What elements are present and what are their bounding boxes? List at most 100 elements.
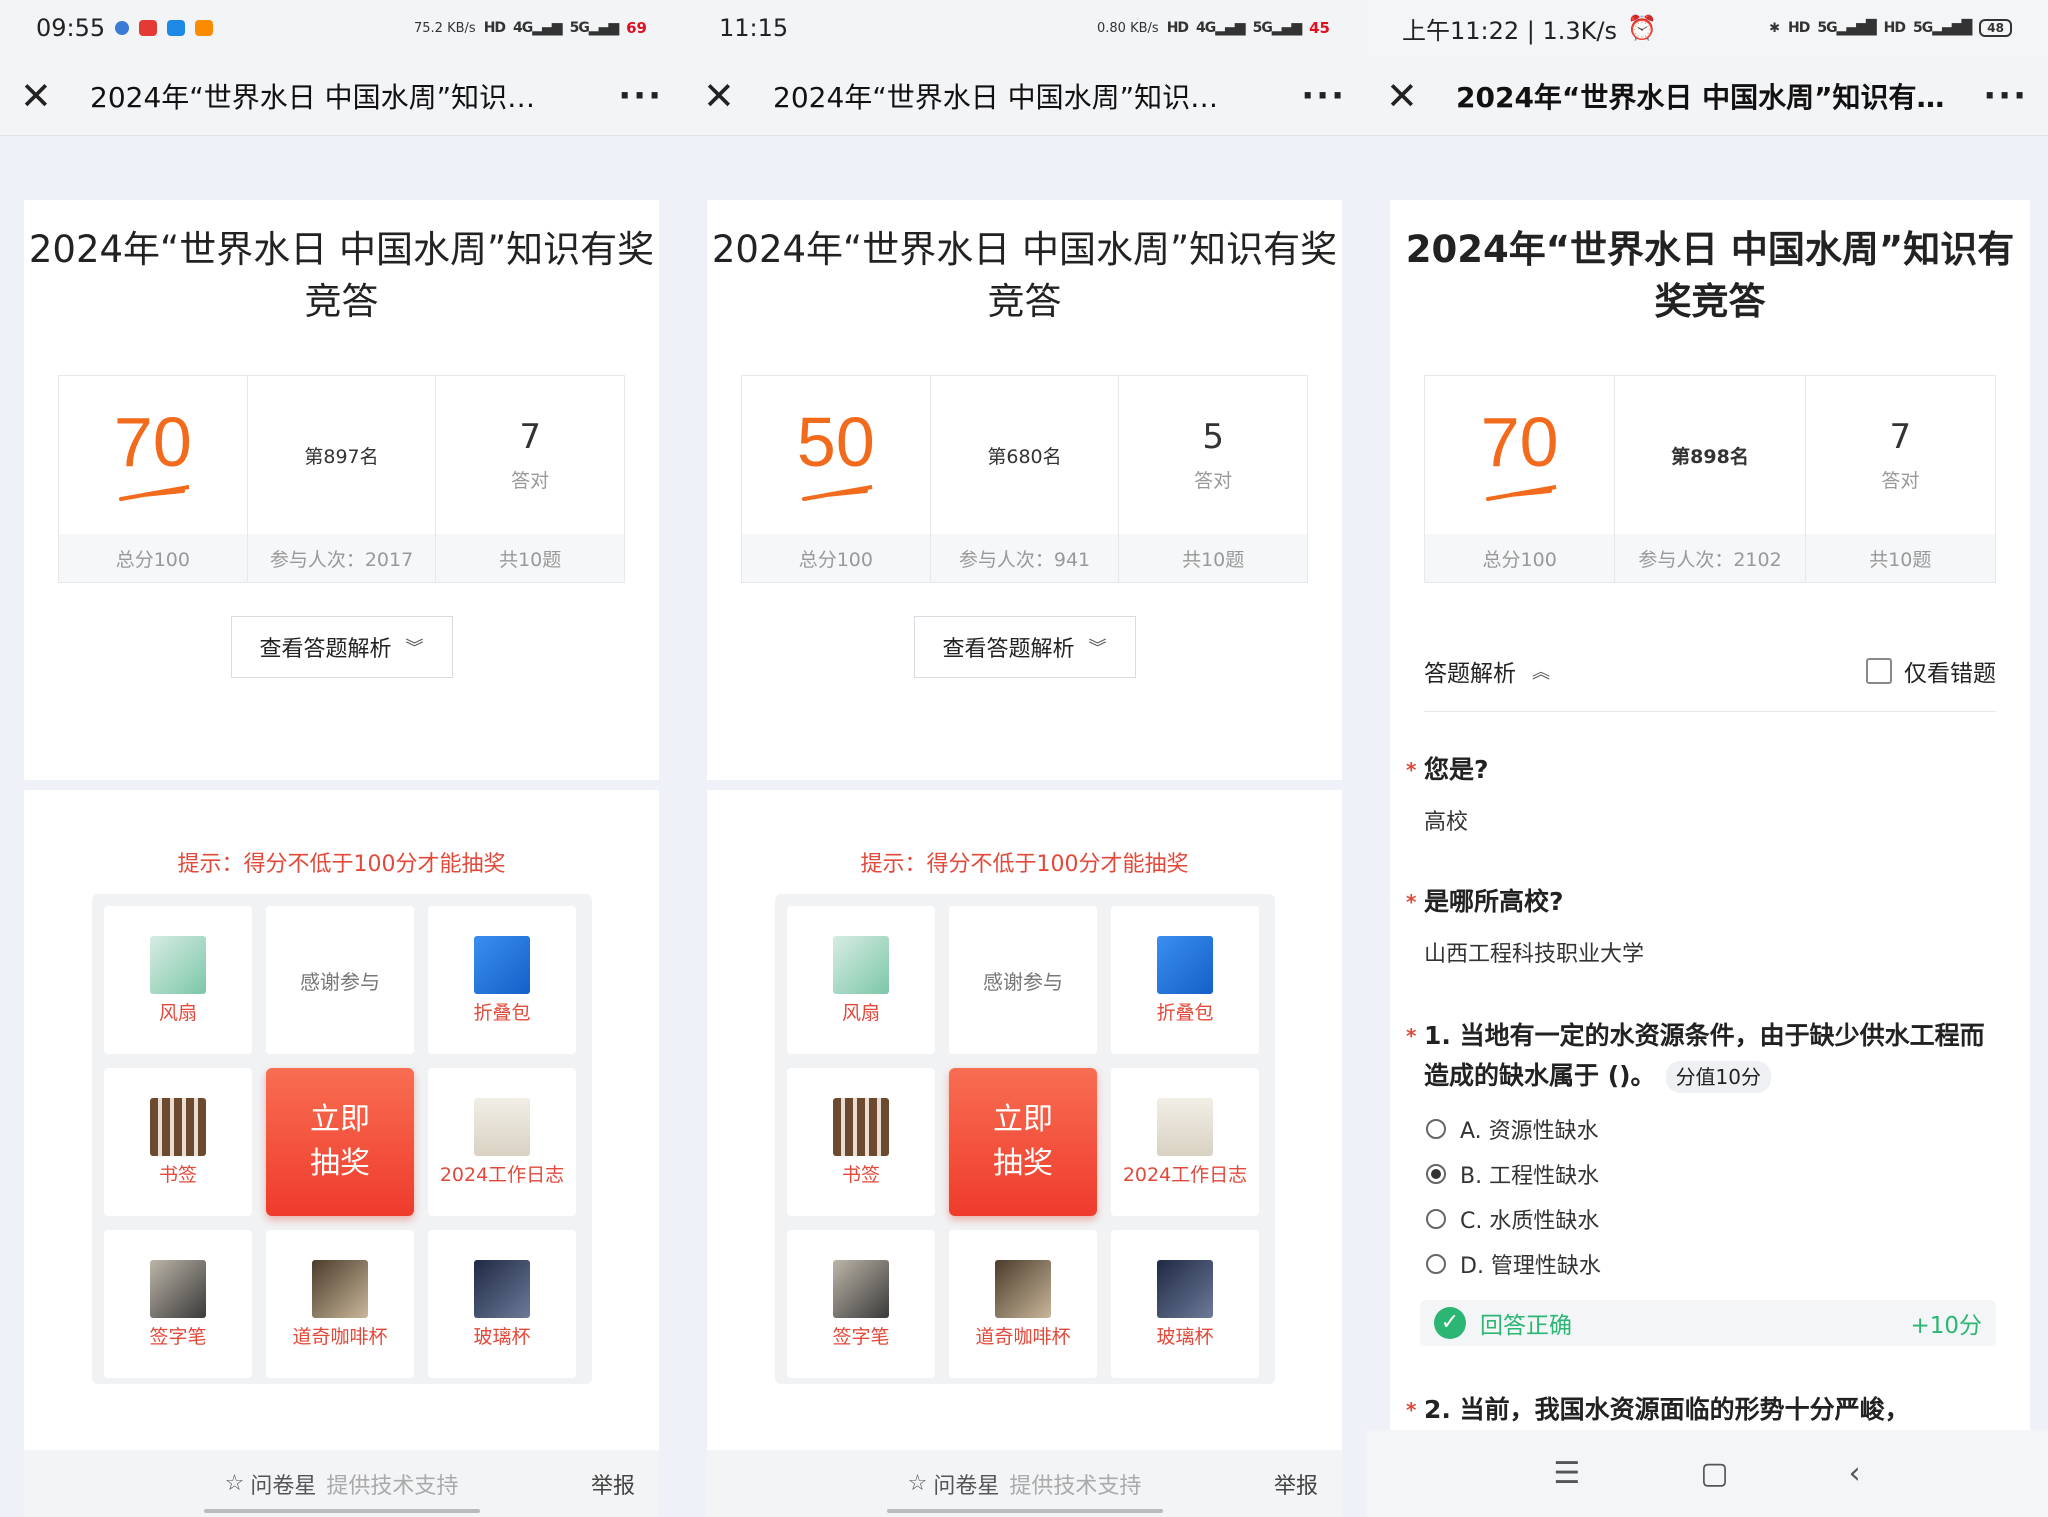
bag-image — [474, 935, 530, 994]
question-count: 共10题 — [1805, 534, 1995, 582]
prize-label: 书签 — [841, 1163, 880, 1186]
net-speed: 75.2 KB/s — [414, 20, 476, 36]
participants: 参与人次：2102 — [1615, 534, 1805, 582]
radio-selected-icon — [1426, 1163, 1446, 1184]
more-icon[interactable]: ··· — [1296, 76, 1346, 116]
prize-bookmark: 书签 — [787, 1068, 935, 1216]
result-text: 回答正确 — [1480, 1313, 1572, 1339]
more-icon[interactable]: ··· — [613, 76, 663, 116]
close-icon[interactable]: ✕ — [703, 77, 739, 115]
view-analysis-label: 查看答题解析 — [942, 637, 1075, 662]
analysis-toggle[interactable]: 答题解析 ︽ — [1424, 654, 1550, 688]
prize-coffee: 道奇咖啡杯 — [266, 1230, 414, 1378]
brand-link[interactable]: 问卷星 — [250, 1468, 316, 1500]
hd-icon: HD — [1166, 20, 1189, 36]
required-mark: * — [1406, 1024, 1417, 1048]
status-bar: 11:15 0.80 KB/s HD 4G▂▄▆ 5G▂▄▆ 45 — [683, 0, 1366, 56]
battery-level: 69 — [626, 19, 647, 37]
prize-fan: 风扇 — [104, 906, 252, 1054]
rank: 第680名 — [987, 445, 1062, 468]
draw-button[interactable]: 立即 抽奖 — [949, 1068, 1097, 1216]
home-icon[interactable]: ▢ — [1700, 1456, 1728, 1491]
radio-icon — [1426, 1208, 1446, 1229]
prize-coffee: 道奇咖啡杯 — [949, 1230, 1097, 1378]
prize-label: 风扇 — [841, 1001, 880, 1024]
close-icon[interactable]: ✕ — [1386, 77, 1422, 115]
signal-4g-icon: 4G▂▄▆ — [513, 20, 563, 36]
title-bar: ✕ 2024年“世界水日 中国水周”知识… ··· — [0, 56, 683, 136]
analysis-title: 答题解析 — [1424, 660, 1516, 687]
score-card: 2024年“世界水日 中国水周”知识有奖竞答 70 总分100 第897名 参与… — [24, 200, 659, 780]
prize-label: 签字笔 — [149, 1325, 207, 1348]
glass-image — [1157, 1259, 1213, 1318]
bluetooth-icon: ✱ — [1769, 20, 1780, 36]
prize-glass: 玻璃杯 — [428, 1230, 576, 1378]
prize-grid: 风扇 感谢参与 折叠包 书签 立即 抽奖 2024工作日志 签字笔 道奇咖啡杯 … — [92, 894, 592, 1384]
title-bar: ✕ 2024年“世界水日 中国水周”知识… ··· — [683, 56, 1366, 136]
star-icon: ☆ — [907, 1471, 928, 1496]
net-speed: 0.80 KB/s — [1097, 20, 1159, 36]
status-time: 上午11:22 | 1.3K/s — [1402, 16, 1618, 45]
wrong-only-checkbox[interactable] — [1866, 657, 1892, 684]
chevron-down-icon: ︾ — [405, 638, 424, 659]
view-analysis-button[interactable]: 查看答题解析 ︾ — [913, 616, 1136, 678]
score-pill: 分值10分 — [1665, 1061, 1772, 1093]
signal-4g-icon: 4G▂▄▆ — [1196, 20, 1246, 36]
participants: 参与人次：941 — [930, 534, 1119, 582]
option-d: D. 管理性缺水 — [1406, 1241, 1996, 1286]
more-icon[interactable]: ··· — [1978, 76, 2028, 116]
prize-label: 感谢参与 — [983, 969, 1063, 994]
battery-level: 45 — [1309, 19, 1330, 37]
status-bar: 09:55 75.2 KB/s HD 4G▂▄▆ 5G▂▄▆ 69 — [0, 0, 683, 56]
option-a: A. 资源性缺水 — [1406, 1106, 1996, 1151]
question-text: 您是? — [1424, 755, 1489, 784]
prize-diary: 2024工作日志 — [1111, 1068, 1259, 1216]
participants: 参与人次：2017 — [247, 534, 436, 582]
menu-icon[interactable]: ☰ — [1553, 1456, 1580, 1491]
signal-5g-icon: 5G▂▄▆█ — [1912, 20, 1972, 36]
question-2: * 2. 当前，我国水资源面临的形势十分严峻， — [1406, 1390, 1996, 1430]
rank: 第898名 — [1671, 445, 1749, 468]
page-title: 2024年“世界水日 中国水周”知识… — [90, 80, 536, 114]
app-icon — [195, 20, 214, 36]
close-icon[interactable]: ✕ — [20, 77, 56, 115]
footer: ☆ 问卷星 提供技术支持 举报 — [707, 1450, 1342, 1517]
hd-icon: HD — [483, 20, 506, 36]
prize-label: 2024工作日志 — [1122, 1163, 1248, 1186]
back-icon[interactable]: ‹ — [1849, 1456, 1861, 1491]
report-link[interactable]: 举报 — [1274, 1468, 1318, 1500]
prize-label: 玻璃杯 — [473, 1325, 531, 1348]
prize-label: 玻璃杯 — [1156, 1325, 1214, 1348]
radio-icon — [1426, 1253, 1446, 1274]
chevron-up-icon: ︽ — [1532, 661, 1550, 683]
fan-image — [833, 935, 889, 994]
brand-link[interactable]: 问卷星 — [933, 1468, 999, 1500]
prize-bag: 折叠包 — [428, 906, 576, 1054]
wrong-only-label: 仅看错题 — [1904, 660, 1996, 687]
view-analysis-button[interactable]: 查看答题解析 ︾ — [230, 616, 453, 678]
prize-fan: 风扇 — [787, 906, 935, 1054]
bag-image — [1157, 935, 1213, 994]
option-b: B. 工程性缺水 — [1406, 1151, 1996, 1196]
bookmark-image — [150, 1097, 206, 1156]
prize-label: 道奇咖啡杯 — [975, 1325, 1071, 1348]
wrong-only-filter[interactable]: 仅看错题 — [1866, 654, 1996, 688]
chevron-down-icon: ︾ — [1088, 638, 1107, 659]
draw-button[interactable]: 立即 抽奖 — [266, 1068, 414, 1216]
report-link[interactable]: 举报 — [591, 1468, 635, 1500]
option-c: C. 水质性缺水 — [1406, 1196, 1996, 1241]
bookmark-image — [833, 1097, 889, 1156]
footer: ☆ 问卷星 提供技术支持 举报 — [24, 1450, 659, 1517]
system-nav-bar: ☰ ▢ ‹ — [1366, 1430, 2048, 1517]
prize-label: 风扇 — [158, 1001, 197, 1024]
rank: 第897名 — [304, 445, 379, 468]
hd-icon: HD — [1883, 20, 1906, 36]
total-score: 总分100 — [59, 534, 247, 582]
points-earned: +10分 — [1910, 1313, 1982, 1339]
survey-title: 2024年“世界水日 中国水周”知识有奖竞答 — [1405, 228, 2015, 323]
analysis-header: 答题解析 ︽ 仅看错题 — [1424, 630, 1996, 712]
signal-5g-icon: 5G▂▄▆ — [569, 20, 620, 36]
diary-image — [474, 1097, 530, 1156]
lottery-hint: 提示：得分不低于100分才能抽奖 — [177, 852, 506, 877]
question-1: * 1. 当地有一定的水资源条件，由于缺少供水工程而造成的缺水属于 ()。 分值10… — [1406, 1016, 1996, 1346]
